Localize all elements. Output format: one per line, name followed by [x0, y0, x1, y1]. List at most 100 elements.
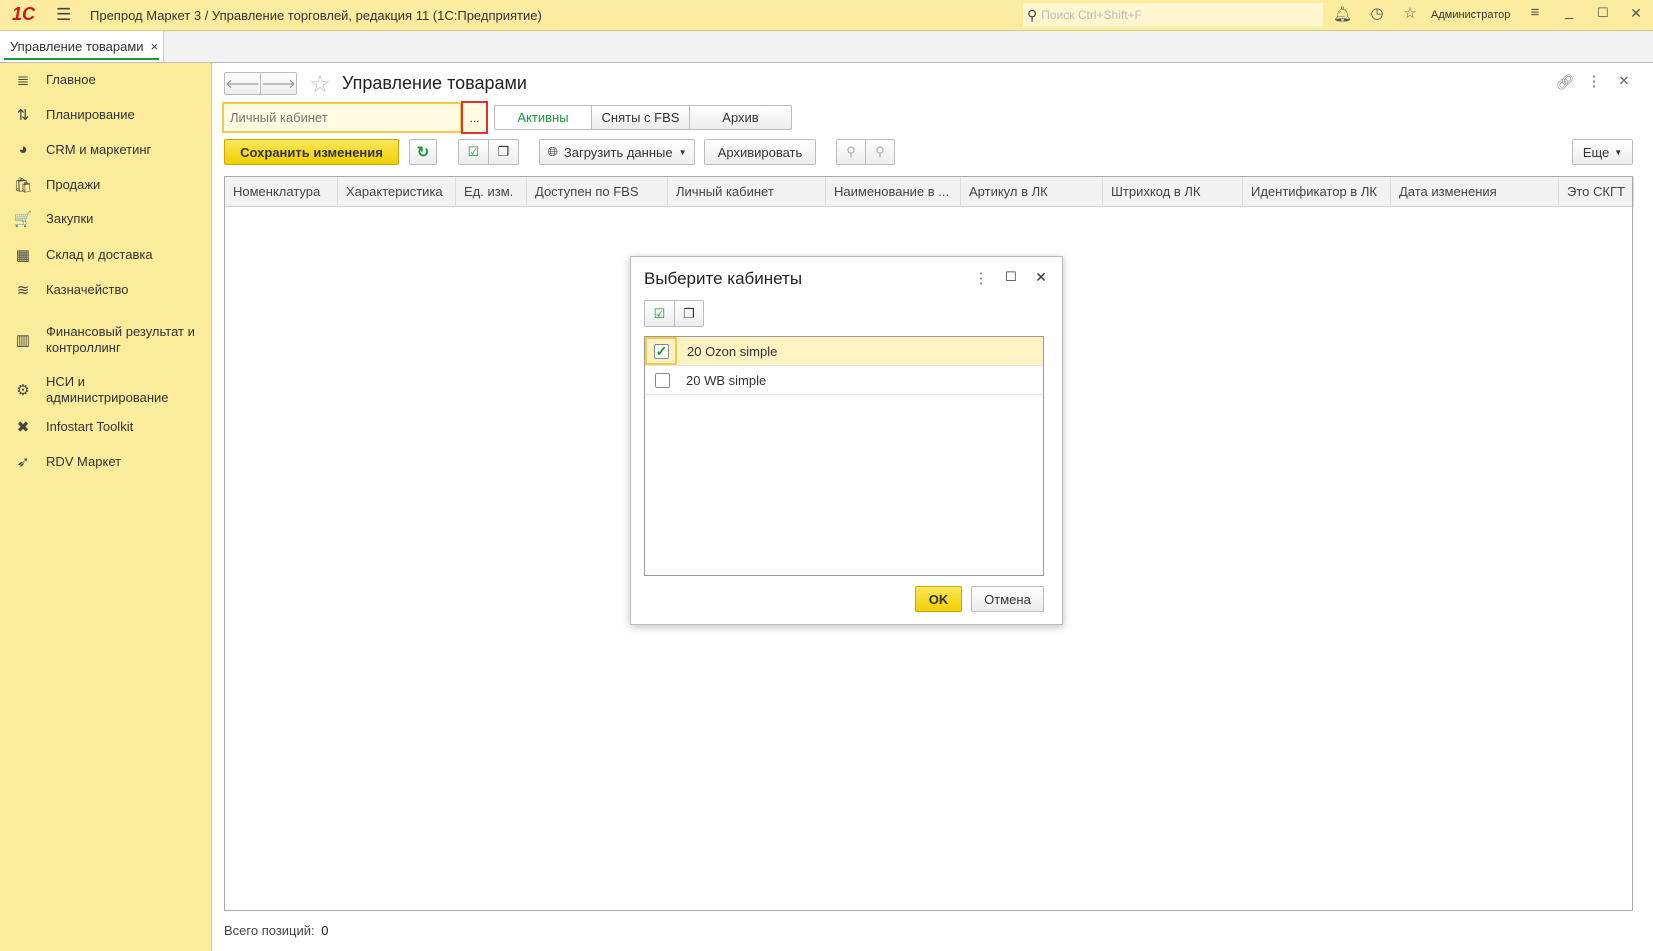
minimize-icon[interactable]: _ [1560, 3, 1578, 20]
sidebar-item-label: Казначейство [46, 282, 129, 297]
more-actions-button[interactable]: Еще ▼ [1572, 139, 1633, 165]
dialog-uncheck-all-button[interactable]: ❐ [674, 300, 704, 327]
dropdown-arrow-icon: ▼ [1614, 147, 1623, 157]
bell-icon[interactable]: 🔔︎ [1333, 5, 1352, 23]
sidebar-item[interactable]: ◕ CRM и маркетинг [0, 141, 211, 158]
more-label: Еще [1582, 144, 1610, 160]
total-value: 0 [321, 923, 329, 938]
cancel-find-button[interactable]: ⚲ [865, 139, 895, 165]
sidebar-item[interactable]: 🛒 Закупки [0, 210, 211, 228]
tab-product-management[interactable]: Управление товарами × [0, 31, 164, 62]
load-data-button[interactable]: 🌐︎ Загрузить данные ▼ [539, 139, 695, 165]
column-header[interactable]: Наименование в ... [826, 177, 961, 207]
item-label: 20 WB simple [686, 372, 767, 388]
sidebar-item[interactable]: 🛍 Продажи [0, 176, 211, 194]
history-icon[interactable]: ◷ [1368, 4, 1386, 22]
settings-menu-icon[interactable]: ≡ [1526, 4, 1544, 21]
dialog-maximize-icon[interactable]: ☐ [1003, 269, 1019, 285]
user-name[interactable]: Администратор [1431, 9, 1510, 21]
sidebar-icon: 🛒 [13, 211, 33, 228]
table-header: Номенклатура Характеристика Ед. изм. Доступ… [225, 177, 1634, 207]
sidebar-icon: ➶ [16, 454, 30, 471]
sidebar-icon: ⇅ [16, 107, 30, 124]
column-header[interactable]: Характеристика [338, 177, 456, 207]
load-data-label: Загрузить данные [563, 144, 673, 160]
filter-active[interactable]: Активны [494, 105, 592, 130]
uncheck-all-icon: ❐ [497, 144, 510, 159]
close-icon[interactable]: ✕ [1627, 5, 1645, 22]
search-icon: ⚲ [1027, 6, 1038, 23]
column-header[interactable]: Идентификатор в ЛК [1243, 177, 1391, 207]
sidebar-icon: ▦ [15, 247, 31, 264]
list-item[interactable]: ✓ 20 Ozon simple [645, 337, 1043, 366]
forward-button[interactable]: 🡒 [260, 72, 297, 95]
total-label: Всего позиций: [224, 923, 315, 938]
find-button[interactable]: ⚲ [836, 139, 866, 165]
cabinet-input[interactable] [222, 102, 462, 133]
sidebar-item[interactable]: ⇅ Планирование [0, 106, 211, 124]
check-all-button[interactable]: ☑ [458, 139, 489, 165]
link-icon[interactable]: 🔗︎ [1555, 73, 1575, 91]
column-header[interactable]: Номенклатура [225, 177, 338, 207]
sidebar-item-label: RDV Маркет [46, 454, 122, 469]
sidebar-item[interactable]: ⚙ НСИ и администрирование [0, 374, 211, 406]
maximize-icon[interactable]: ☐ [1594, 5, 1612, 21]
sidebar-item[interactable]: ▦ Склад и доставка [0, 246, 211, 264]
column-header[interactable]: Доступен по FBS [527, 177, 668, 207]
sidebar-icon: ⚙ [16, 382, 30, 399]
list-item[interactable]: 20 WB simple [645, 366, 1043, 395]
sidebar-item[interactable]: ≋ Казначейство [0, 281, 211, 299]
cancel-button[interactable]: Отмена [971, 586, 1044, 612]
sidebar-icon: ✖ [16, 419, 30, 436]
sidebar: ≣ Главное ⇅ Планирование ◕ CRM и маркетинг 🛍 Пр… [0, 63, 212, 951]
window-title: Препрод Маркет 3 / Управление торговлей,… [90, 8, 542, 23]
uncheck-all-button[interactable]: ❐ [488, 139, 519, 165]
favorite-star-icon[interactable]: ☆ [307, 70, 333, 99]
sidebar-icon: ▥ [15, 332, 31, 349]
sidebar-icon: 🛍 [13, 177, 33, 194]
column-header[interactable]: Дата изменения [1391, 177, 1559, 207]
star-icon[interactable]: ☆ [1401, 4, 1419, 22]
sidebar-item-label: Главное [46, 72, 96, 87]
column-header[interactable]: Личный кабинет [668, 177, 826, 207]
tab-label: Управление товарами [10, 39, 144, 54]
select-cabinets-dialog: Выберите кабинеты ⋮ ☐ ✕ ☑ ❐ ✓ 20 Ozon si… [630, 256, 1063, 625]
sidebar-item-label: НСИ и администрирование [46, 374, 169, 405]
item-label: 20 Ozon simple [687, 343, 778, 359]
sidebar-item[interactable]: ➶ RDV Маркет [0, 453, 211, 471]
sidebar-item-label: Infostart Toolkit [46, 419, 134, 434]
dialog-more-icon[interactable]: ⋮ [973, 269, 989, 287]
main-menu-icon[interactable]: ☰ [56, 5, 71, 25]
checkbox-unchecked[interactable] [655, 372, 670, 388]
tab-close-icon[interactable]: × [151, 39, 159, 54]
checkbox-checked[interactable]: ✓ [654, 343, 669, 359]
refresh-button[interactable]: ↻ [409, 139, 437, 165]
archive-button[interactable]: Архивировать [704, 139, 816, 165]
column-header[interactable]: Артикул в ЛК [961, 177, 1103, 207]
sidebar-item[interactable]: ✖ Infostart Toolkit [0, 418, 211, 436]
check-all-icon: ☑ [467, 144, 480, 159]
sidebar-icon: ≋ [16, 282, 30, 299]
more-icon[interactable]: ⋮ [1586, 72, 1602, 90]
sidebar-item[interactable]: ≣ Главное [0, 71, 211, 89]
globe-icon: 🌐︎ [547, 144, 558, 159]
back-button[interactable]: 🡐 [224, 72, 261, 95]
tab-bar: Управление товарами × [0, 31, 1653, 63]
select-cabinet-button[interactable]: ... [461, 101, 488, 134]
column-header[interactable]: Ед. изм. [456, 177, 527, 207]
column-header[interactable]: Штрихкод в ЛК [1103, 177, 1243, 207]
page-title: Управление товарами [342, 73, 527, 93]
dialog-check-all-button[interactable]: ☑ [644, 300, 675, 327]
sidebar-item[interactable]: ▥ Финансовый результат и контроллинг [0, 324, 211, 356]
column-header[interactable]: Это СКГТ [1559, 177, 1634, 207]
dialog-close-icon[interactable]: ✕ [1033, 269, 1049, 286]
global-search[interactable]: ⚲ Поиск Ctrl+Shift+F [1023, 3, 1323, 27]
ok-button[interactable]: OK [915, 586, 962, 612]
cabinets-list: ✓ 20 Ozon simple 20 WB simple [644, 336, 1044, 576]
form-close-icon[interactable]: ✕ [1616, 73, 1632, 89]
filter-removed-fbs[interactable]: Сняты с FBS [591, 105, 690, 130]
filter-archive[interactable]: Архив [689, 105, 792, 130]
save-changes-button[interactable]: Сохранить изменения [224, 139, 399, 165]
active-tab-indicator [4, 58, 159, 60]
sidebar-item-label: CRM и маркетинг [46, 141, 152, 157]
